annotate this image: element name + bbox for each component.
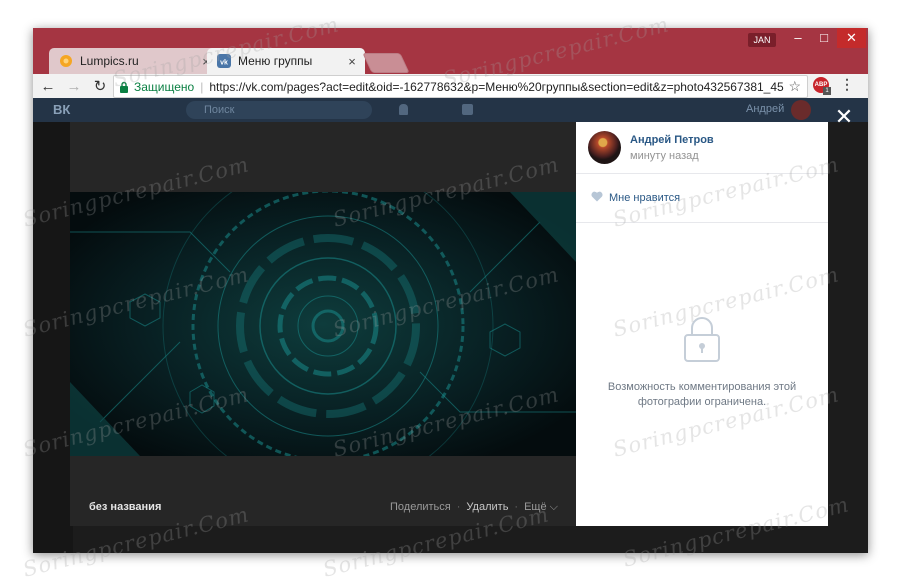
share-button[interactable]: Поделиться xyxy=(390,501,451,514)
vk-search-input[interactable]: Поиск xyxy=(186,101,372,119)
left-menu-shadow xyxy=(33,122,73,553)
svg-text:vk: vk xyxy=(220,60,228,67)
minimize-button[interactable]: – xyxy=(785,28,811,48)
vk-header: ВК Поиск Андрей xyxy=(33,98,868,122)
separator-dot: · xyxy=(514,501,519,513)
close-window-button[interactable]: ✕ xyxy=(837,28,866,48)
author-name[interactable]: Андрей Петров xyxy=(630,134,714,146)
author-block: Андрей Петров минуту назад xyxy=(576,122,828,174)
vk-logo[interactable]: ВК xyxy=(53,102,70,117)
photo-footer: без названия Поделиться · Удалить · Ещё … xyxy=(70,494,576,524)
bookmark-star-icon[interactable]: ☆ xyxy=(784,78,801,95)
padlock-icon xyxy=(684,317,720,362)
photo-panel: без названия Поделиться · Удалить · Ещё … xyxy=(70,122,576,526)
reload-button[interactable]: ↻ xyxy=(89,77,111,95)
photo-actions: Поделиться · Удалить · Ещё ⌵ xyxy=(390,501,558,514)
new-tab-button[interactable] xyxy=(362,53,410,73)
back-button[interactable]: ← xyxy=(37,78,59,95)
browser-menu-icon[interactable]: ⋮ xyxy=(839,76,855,93)
forward-button[interactable]: → xyxy=(63,78,85,95)
photo-sidebar: Андрей Петров минуту назад Мне нравится … xyxy=(576,122,828,526)
notifications-bell-icon[interactable] xyxy=(399,104,408,115)
photo-image[interactable] xyxy=(70,192,576,456)
delete-button[interactable]: Удалить xyxy=(466,501,508,514)
like-button[interactable]: Мне нравится xyxy=(609,192,680,204)
browser-toolbar: ← → ↻ Защищено | https://vk.com/pages?ac… xyxy=(33,74,868,98)
photo-title: без названия xyxy=(89,501,162,513)
post-time[interactable]: минуту назад xyxy=(630,150,699,162)
tab-title: Lumpics.ru xyxy=(80,54,139,68)
avatar[interactable] xyxy=(791,100,811,120)
maximize-button[interactable]: □ xyxy=(811,28,837,48)
browser-window: Lumpics.ru × vk Меню группы × JAN – □ ✕ … xyxy=(33,28,868,553)
tab-title: Меню группы xyxy=(238,54,313,68)
vk-user-name[interactable]: Андрей xyxy=(746,103,784,115)
more-button[interactable]: Ещё ⌵ xyxy=(524,501,558,514)
vk-logo-icon: vk xyxy=(217,54,231,68)
page-content: ВК Поиск Андрей ✕ без названия Поделитьс… xyxy=(33,98,868,553)
url-text[interactable]: https://vk.com/pages?act=edit&oid=-16277… xyxy=(209,80,800,94)
omnibox-divider: | xyxy=(200,79,204,94)
tab-lumpics[interactable]: Lumpics.ru × xyxy=(49,48,219,74)
separator-dot: · xyxy=(456,501,461,513)
author-avatar[interactable] xyxy=(588,131,621,164)
tab-close-button[interactable]: × xyxy=(343,54,361,69)
like-block: Мне нравится xyxy=(576,174,828,223)
lock-icon xyxy=(120,81,128,93)
security-label: Защищено xyxy=(134,79,195,94)
close-viewer-icon[interactable]: ✕ xyxy=(832,106,856,128)
profile-button[interactable]: JAN xyxy=(748,33,776,47)
adblock-count-badge: 1 xyxy=(823,87,831,95)
tab-vk-menu[interactable]: vk Меню группы × xyxy=(207,48,365,74)
lumpics-favicon-icon xyxy=(60,55,72,67)
comments-restricted-text: Возможность комментирования этой фотогра… xyxy=(607,381,797,408)
address-bar[interactable]: Защищено | https://vk.com/pages?act=edit… xyxy=(113,75,808,98)
heart-icon[interactable] xyxy=(591,191,603,202)
music-play-icon[interactable] xyxy=(462,104,473,115)
